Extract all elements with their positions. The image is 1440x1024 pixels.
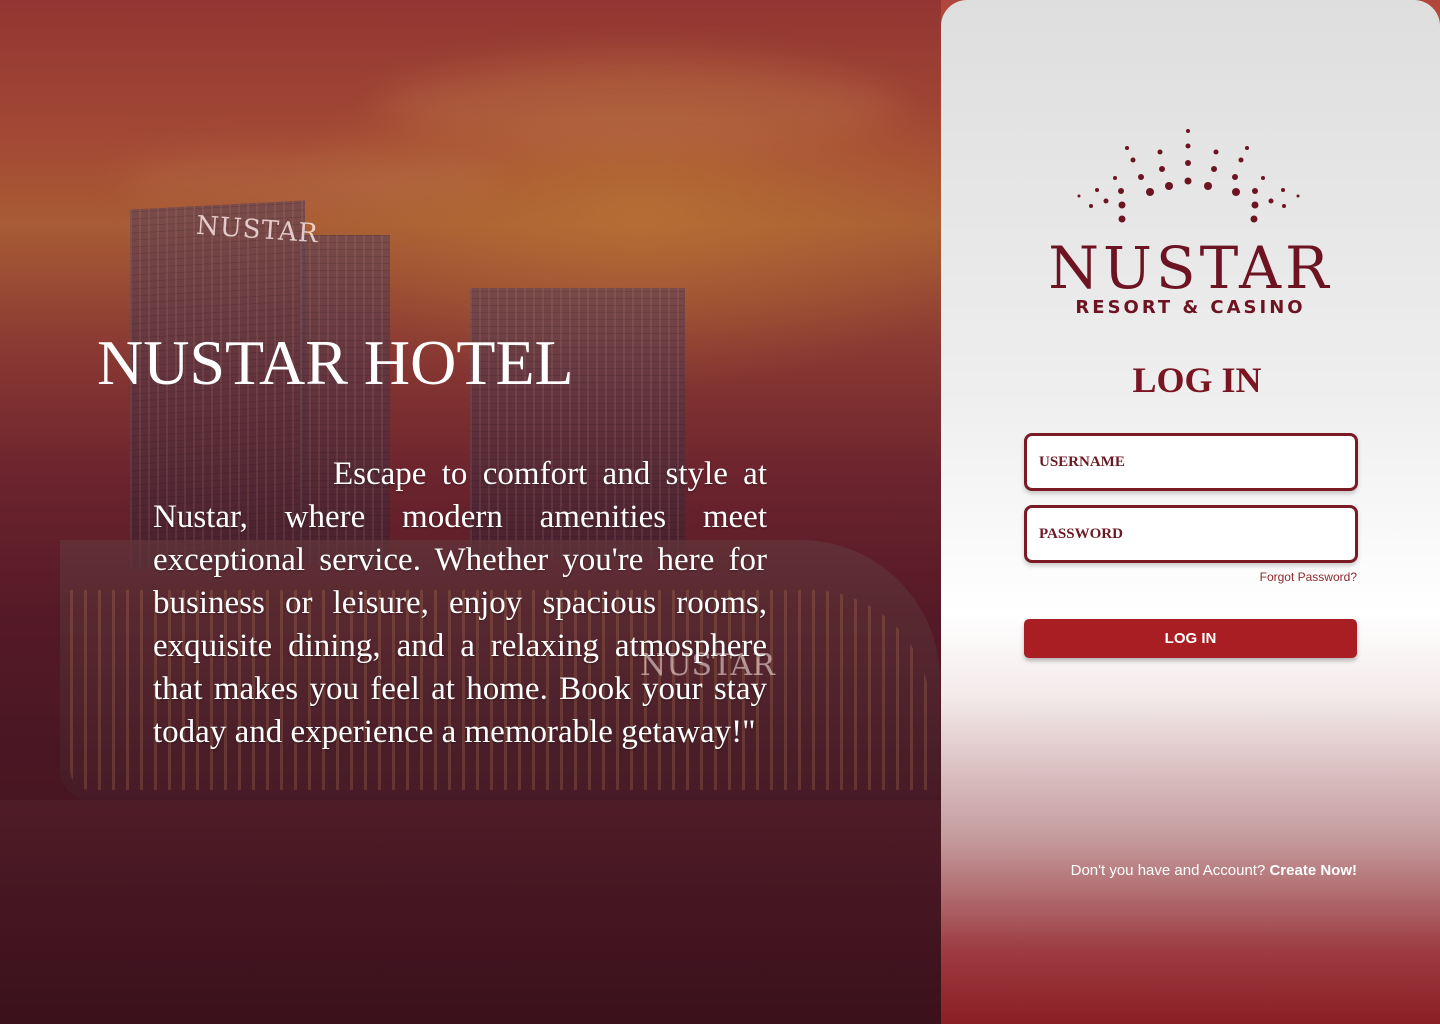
username-field[interactable] xyxy=(1024,433,1358,491)
brand-tagline: RESORT & CASINO xyxy=(1075,297,1306,318)
create-account-link[interactable]: Create Now! xyxy=(1269,862,1357,879)
sunburst-dots-icon xyxy=(1077,129,1300,223)
username-input[interactable] xyxy=(1027,436,1355,488)
login-title: LOG IN xyxy=(1132,360,1262,400)
hero-description: Escape to comfort and style at Nustar, w… xyxy=(153,456,767,750)
password-input[interactable] xyxy=(1027,508,1355,560)
hero-title: NUSTAR HOTEL xyxy=(97,327,574,398)
signup-prompt-text: Don't you have and Account? xyxy=(1070,862,1266,879)
password-field[interactable] xyxy=(1024,505,1358,563)
login-button[interactable]: LOG IN xyxy=(1024,619,1357,658)
brand-wordmark: NUSTAR xyxy=(1048,234,1333,302)
forgot-password-link[interactable]: Forgot Password? xyxy=(1200,570,1357,584)
signup-prompt: Don't you have and Account? Create Now! xyxy=(1000,862,1357,879)
